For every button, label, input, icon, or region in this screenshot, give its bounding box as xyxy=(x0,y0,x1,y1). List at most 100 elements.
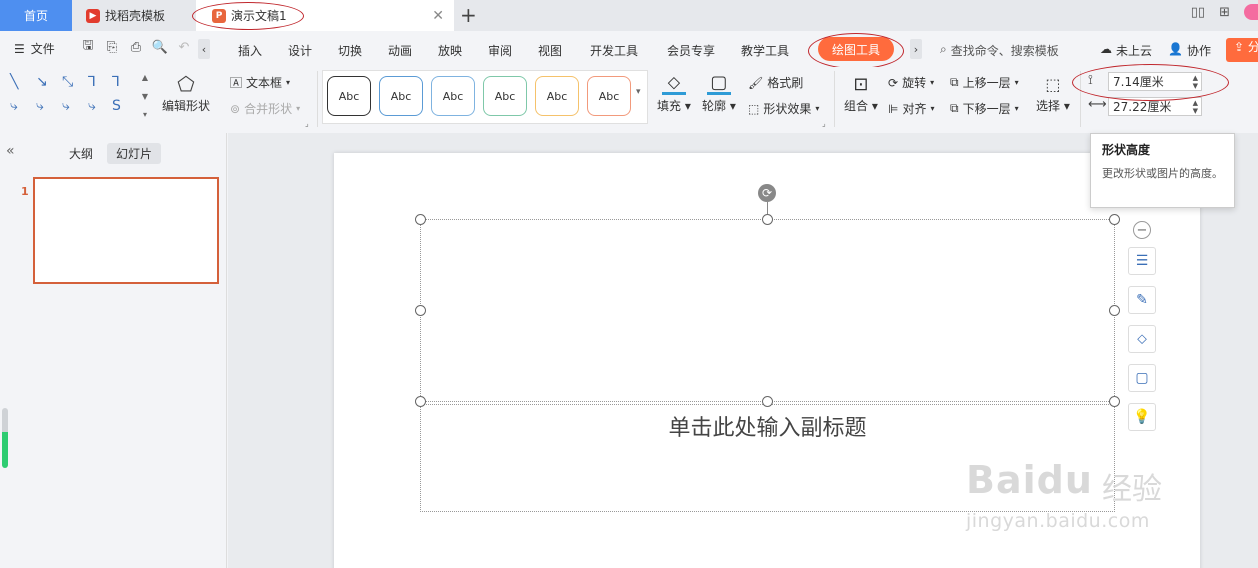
elbow-double-icon[interactable]: ⤷ xyxy=(10,98,18,114)
rotate-button[interactable]: ⟳ 旋转 ▾ xyxy=(888,74,934,91)
print-icon[interactable]: ⎙ xyxy=(128,39,144,55)
menu-review[interactable]: 审阅 xyxy=(488,42,512,59)
outline-icon[interactable]: ▢ xyxy=(1128,364,1156,392)
align-button[interactable]: ⊫ 对齐 ▾ xyxy=(888,100,934,117)
width-spinner-icon[interactable]: ▲ ▼ xyxy=(1193,99,1198,115)
expand-icon[interactable]: ▾ xyxy=(143,110,147,119)
resize-handle-e[interactable] xyxy=(1109,305,1120,316)
elbow-arrow-icon[interactable]: ⅂ xyxy=(112,74,120,90)
close-icon[interactable]: ✕ xyxy=(432,8,444,24)
dialog-launcher-icon[interactable]: ⌟ xyxy=(305,119,309,128)
avatar[interactable] xyxy=(1244,4,1258,20)
zoom-slider[interactable] xyxy=(2,408,8,468)
shape-height-field[interactable]: 7.14厘米 ▲ ▼ xyxy=(1108,72,1202,91)
freeform-curve-icon[interactable]: S xyxy=(112,98,121,114)
menu-slideshow[interactable]: 放映 xyxy=(438,42,462,59)
curve-double-icon[interactable]: ⤷ xyxy=(88,98,96,114)
resize-handle-se[interactable] xyxy=(1109,396,1120,407)
height-spinner-icon[interactable]: ▲ ▼ xyxy=(1193,74,1198,90)
send-backward-button[interactable]: ⧉ 下移一层 ▾ xyxy=(950,100,1019,117)
tab-home[interactable]: 首页 xyxy=(0,0,72,31)
chevron-down-icon[interactable]: ▼ xyxy=(142,92,148,101)
apps-grid-icon[interactable]: ⊞ xyxy=(1219,5,1230,20)
preview-icon[interactable]: 🔍 xyxy=(152,39,168,55)
menu-view[interactable]: 视图 xyxy=(538,42,562,59)
bring-forward-button[interactable]: ⧉ 上移一层 ▾ xyxy=(950,74,1019,91)
command-search[interactable]: ⌕ 查找命令、搜索模板 xyxy=(940,42,1059,59)
menu-scroll-left-icon[interactable]: ‹ xyxy=(198,39,210,59)
shape-width-field[interactable]: 27.22厘米 ▲ ▼ xyxy=(1108,97,1202,116)
minus-icon[interactable]: − xyxy=(1133,221,1151,239)
menu-drawing-tools[interactable]: 绘图工具 xyxy=(818,37,894,61)
dialog-launcher-icon[interactable]: ⌟ xyxy=(822,119,826,128)
resize-handle-sw[interactable] xyxy=(415,396,426,407)
group-button[interactable]: ⊡ 组合 ▾ xyxy=(844,73,878,114)
menu-animation[interactable]: 动画 xyxy=(388,42,412,59)
selected-title-placeholder[interactable] xyxy=(420,219,1115,402)
shape-style-3[interactable]: Abc xyxy=(431,76,475,116)
tab-document[interactable]: P 演示文稿1 ✕ xyxy=(196,0,454,31)
menu-transition[interactable]: 切换 xyxy=(338,42,362,59)
fill-button[interactable]: ⬦ 填充 ▾ xyxy=(657,72,691,114)
text-box-button[interactable]: 🄰 文本框 ▾ xyxy=(230,74,290,91)
collapse-pane-icon[interactable]: « xyxy=(6,143,15,159)
tab-outline[interactable]: 大纲 xyxy=(69,145,93,162)
resize-handle-n[interactable] xyxy=(762,214,773,225)
add-tab-icon[interactable]: + xyxy=(460,3,477,27)
shape-style-1[interactable]: Abc xyxy=(327,76,371,116)
shape-effect-button[interactable]: ⬚ 形状效果 ▾ xyxy=(748,100,819,117)
line-shape-icon[interactable]: ╲ xyxy=(10,74,18,90)
curve-arrow-icon[interactable]: ⤷ xyxy=(62,98,70,114)
undo-icon[interactable]: ↶ xyxy=(176,39,192,55)
resize-handle-w[interactable] xyxy=(415,305,426,316)
elbow-connector-icon[interactable]: ⅂ xyxy=(88,74,96,90)
file-menu[interactable]: ☰ 文件 xyxy=(14,40,55,57)
save-icon[interactable]: 🖫 xyxy=(80,38,96,55)
menu-design[interactable]: 设计 xyxy=(288,42,312,59)
shape-style-4[interactable]: Abc xyxy=(483,76,527,116)
chevron-down-icon: ▾ xyxy=(286,78,291,87)
rotate-handle-icon[interactable]: ⟳ xyxy=(758,184,776,202)
format-painter-button[interactable]: 🖌 格式刷 xyxy=(748,74,803,91)
window-layout-icon[interactable]: ▯▯ xyxy=(1191,5,1205,20)
layers-down-icon: ⧉ xyxy=(950,101,959,115)
style-more-icon[interactable]: ▾ xyxy=(636,87,641,97)
merge-shape-button[interactable]: ⊚ 合并形状 ▾ xyxy=(230,100,300,117)
subtitle-text[interactable]: 单击此处输入副标题 xyxy=(420,410,1115,442)
tab-template[interactable]: ▶ 找稻壳模板 xyxy=(74,0,194,31)
resize-handle-ne[interactable] xyxy=(1109,214,1120,225)
text-box-icon: 🄰 xyxy=(230,76,243,90)
share-button[interactable]: ⇪ 分 xyxy=(1226,38,1258,62)
shape-style-5[interactable]: Abc xyxy=(535,76,579,116)
line-gallery-scroll[interactable]: ▲ ▼ ▾ xyxy=(140,73,150,119)
chevron-up-icon[interactable]: ▲ xyxy=(142,73,148,82)
menu-insert[interactable]: 插入 xyxy=(238,42,262,59)
arrow-line-icon[interactable]: ↘ xyxy=(36,74,48,90)
curve-connector-icon[interactable]: ⤷ xyxy=(36,98,44,114)
double-arrow-icon[interactable]: ⤡ xyxy=(62,74,73,90)
edit-shape-button[interactable]: ⬠ 编辑形状 xyxy=(162,72,210,114)
pen-icon[interactable]: ✎ xyxy=(1128,286,1156,314)
fill-bucket-icon[interactable]: ⬦ xyxy=(1128,325,1156,353)
cloud-status[interactable]: ☁ 未上云 xyxy=(1100,42,1152,59)
shape-style-6[interactable]: Abc xyxy=(587,76,631,116)
shape-style-2[interactable]: Abc xyxy=(379,76,423,116)
resize-handle-nw[interactable] xyxy=(415,214,426,225)
resize-handle-s[interactable] xyxy=(762,396,773,407)
menu-teaching[interactable]: 教学工具 xyxy=(741,42,789,59)
chevron-down-icon: ▾ xyxy=(815,104,820,113)
export-icon[interactable]: ⎘ xyxy=(104,39,120,55)
tab-document-label: 演示文稿1 xyxy=(231,9,287,23)
menu-member[interactable]: 会员专享 xyxy=(667,42,715,59)
send-backward-label: 下移一层 xyxy=(962,102,1011,116)
lightbulb-icon[interactable]: 💡 xyxy=(1128,403,1156,431)
select-button[interactable]: ⬚ 选择 ▾ xyxy=(1036,73,1070,114)
slide-thumbnail[interactable] xyxy=(33,177,219,284)
collaborate-button[interactable]: 👤 协作 xyxy=(1168,42,1211,59)
tab-bar: 首页 ▶ 找稻壳模板 P 演示文稿1 ✕ + ▯▯ ⊞ xyxy=(0,0,1258,31)
outline-button[interactable]: ▢ 轮廓 ▾ xyxy=(702,72,736,114)
tab-slides[interactable]: 幻灯片 xyxy=(107,143,162,164)
menu-scroll-right-icon[interactable]: › xyxy=(910,39,922,59)
menu-developer[interactable]: 开发工具 xyxy=(590,42,638,59)
layers-icon[interactable]: ☰ xyxy=(1128,247,1156,275)
